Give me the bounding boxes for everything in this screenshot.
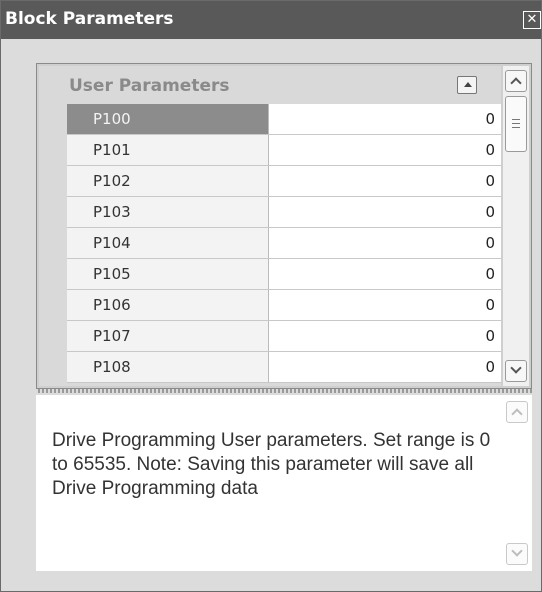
property-grid-content: User Parameters P100 0 P101 0 P102 0 P103 0 P104…: [39, 66, 501, 386]
grip-line: [512, 127, 520, 128]
desc-scroll-down-button[interactable]: [506, 543, 528, 565]
parameter-row[interactable]: P105 0: [67, 259, 501, 290]
parameter-row[interactable]: P102 0: [67, 166, 501, 197]
panel-splitter[interactable]: [38, 389, 532, 393]
chevron-down-icon: [511, 545, 523, 557]
description-panel: Drive Programming User parameters. Set r…: [36, 395, 532, 571]
description-text: Drive Programming User parameters. Set r…: [52, 430, 491, 499]
parameter-row[interactable]: P101 0: [67, 135, 501, 166]
window-title: Block Parameters: [5, 9, 174, 29]
parameter-name[interactable]: P105: [67, 259, 269, 289]
parameter-name[interactable]: P104: [67, 228, 269, 258]
parameter-name[interactable]: P106: [67, 290, 269, 320]
close-icon[interactable]: ✕: [523, 11, 541, 29]
parameter-row[interactable]: P108 0: [67, 352, 501, 383]
chevron-up-icon: [511, 408, 523, 420]
parameter-value[interactable]: 0: [269, 290, 501, 320]
parameter-name[interactable]: P102: [67, 166, 269, 196]
parameter-value[interactable]: 0: [269, 135, 501, 165]
parameter-name[interactable]: P101: [67, 135, 269, 165]
category-header[interactable]: User Parameters: [39, 66, 501, 102]
block-parameters-window: Block Parameters ✕ User Parameters P100 0…: [0, 0, 542, 592]
parameter-value[interactable]: 0: [269, 166, 501, 196]
parameter-row[interactable]: P104 0: [67, 228, 501, 259]
parameter-name[interactable]: P107: [67, 321, 269, 351]
parameter-value[interactable]: 0: [269, 321, 501, 351]
parameter-row[interactable]: P100 0: [67, 104, 501, 135]
parameter-row[interactable]: P107 0: [67, 321, 501, 352]
title-bar[interactable]: Block Parameters ✕: [1, 1, 541, 39]
parameter-rows: P100 0 P101 0 P102 0 P103 0 P104 0 P105 0 P106 0 P107 0…: [67, 104, 501, 383]
scroll-up-button[interactable]: [505, 70, 527, 92]
desc-scroll-up-button[interactable]: [506, 401, 528, 423]
chevron-down-icon: [510, 362, 522, 374]
parameter-name[interactable]: P108: [67, 352, 269, 382]
parameter-name[interactable]: P103: [67, 197, 269, 227]
grip-line: [512, 123, 520, 124]
grid-scrollbar[interactable]: [503, 66, 529, 386]
property-grid: User Parameters P100 0 P101 0 P102 0 P103 0 P104…: [36, 63, 532, 389]
grip-line: [512, 119, 520, 120]
chevron-up-icon: [464, 82, 472, 87]
parameter-value[interactable]: 0: [269, 104, 501, 134]
parameter-row[interactable]: P103 0: [67, 197, 501, 228]
parameter-value[interactable]: 0: [269, 197, 501, 227]
parameter-row[interactable]: P106 0: [67, 290, 501, 321]
parameter-value[interactable]: 0: [269, 259, 501, 289]
description-scrollbar[interactable]: [504, 399, 528, 567]
scroll-down-button[interactable]: [505, 360, 527, 382]
parameter-name[interactable]: P100: [67, 104, 269, 134]
collapse-category-button[interactable]: [457, 76, 477, 94]
category-label: User Parameters: [69, 76, 230, 96]
chevron-up-icon: [510, 77, 522, 89]
parameter-value[interactable]: 0: [269, 228, 501, 258]
parameter-value[interactable]: 0: [269, 352, 501, 382]
scroll-thumb[interactable]: [505, 96, 527, 152]
